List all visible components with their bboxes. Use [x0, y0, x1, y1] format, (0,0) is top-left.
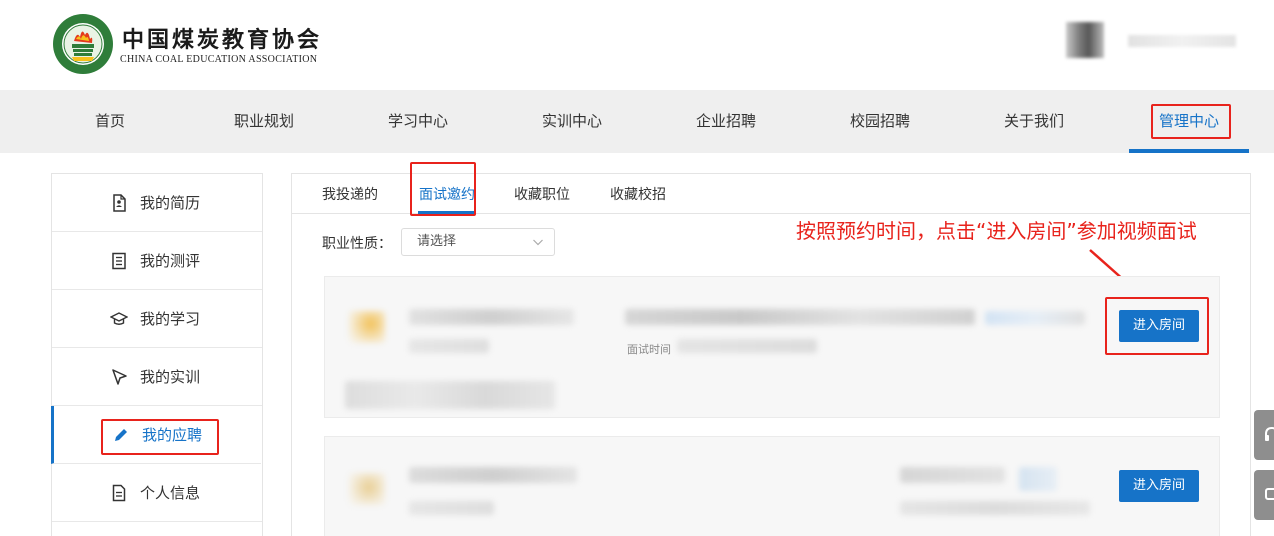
resume-icon: [113, 194, 126, 212]
page: 中国煤炭教育协会 CHINA COAL EDUCATION ASSOCIATIO…: [0, 0, 1274, 536]
sidebar-item-profile[interactable]: 个人信息: [52, 464, 262, 522]
chevron-down-icon: [533, 239, 543, 246]
company-name: [409, 467, 577, 483]
company-location: [409, 501, 494, 515]
sidebar-item-label: 个人信息: [140, 484, 201, 502]
instruction-annotation: 按照预约时间，点击“进入房间”参加视频面试: [796, 219, 1197, 243]
nav-item-learning-center[interactable]: 学习中心: [358, 90, 478, 153]
tab-interview-invitations[interactable]: 面试邀约: [419, 174, 475, 214]
sidebar-item-learning[interactable]: 我的学习: [52, 290, 262, 348]
interview-note: [345, 381, 555, 409]
chat-icon: [1265, 488, 1274, 500]
interview-time-value: [677, 339, 817, 353]
sidebar-item-label: 我的应聘: [142, 426, 203, 444]
interview-card: 面试时间 进入房间: [324, 276, 1220, 418]
assessment-icon: [112, 252, 126, 270]
job-type-label: 职业性质：: [322, 236, 392, 252]
coal-education-association-logo[interactable]: [52, 13, 114, 75]
site-header: 中国煤炭教育协会 CHINA COAL EDUCATION ASSOCIATIO…: [0, 0, 1274, 90]
nav-item-training-center[interactable]: 实训中心: [512, 90, 632, 153]
feedback-float-button[interactable]: [1254, 470, 1274, 520]
pencil-icon: [115, 429, 127, 441]
position-extra: [1019, 467, 1057, 491]
sidebar-item-label: 我的实训: [140, 368, 201, 386]
sidebar-item-label: 我的简历: [140, 194, 201, 212]
nav-item-management-center[interactable]: 管理中心: [1129, 90, 1249, 153]
nav-active-indicator: [1129, 149, 1249, 153]
user-name[interactable]: [1128, 35, 1236, 47]
brand-name-en: CHINA COAL EDUCATION ASSOCIATION: [120, 54, 318, 65]
brand-name-cn: 中国煤炭教育协会: [122, 27, 323, 53]
company-location: [409, 339, 489, 353]
headset-icon: [1265, 426, 1274, 441]
company-logo: [349, 473, 385, 505]
company-logo: [349, 311, 385, 343]
sidebar-item-label: 我的测评: [140, 252, 201, 270]
sidebar-item-training[interactable]: 我的实训: [52, 348, 262, 406]
tab-bar: 我投递的 面试邀约 收藏职位 收藏校招: [292, 174, 1250, 214]
company-name: [409, 309, 574, 325]
tab-saved-campus[interactable]: 收藏校招: [610, 174, 666, 214]
enter-room-button[interactable]: 进入房间: [1119, 470, 1199, 502]
job-type-select[interactable]: 请选择: [401, 228, 555, 256]
nav-item-enterprise-recruitment[interactable]: 企业招聘: [666, 90, 786, 153]
support-float-button[interactable]: [1254, 410, 1274, 460]
interview-card: 进入房间: [324, 436, 1220, 536]
sidebar-item-label: 我的学习: [140, 310, 201, 328]
nav-item-home[interactable]: 首页: [50, 90, 170, 153]
tab-saved-positions[interactable]: 收藏职位: [514, 174, 570, 214]
position-info: [900, 467, 1005, 483]
graduation-cap-icon: [110, 312, 128, 325]
sidebar-item-assessment[interactable]: 我的测评: [52, 232, 262, 290]
tab-active-indicator: [418, 211, 475, 214]
tab-submitted[interactable]: 我投递的: [322, 174, 378, 214]
document-icon: [112, 484, 126, 502]
sidebar-item-resume[interactable]: 我的简历: [52, 174, 262, 232]
job-type-placeholder: 请选择: [417, 234, 457, 249]
interview-time-label: 面试时间: [627, 343, 671, 356]
position-extra: [985, 311, 1085, 325]
nav-item-about-us[interactable]: 关于我们: [974, 90, 1094, 153]
cursor-icon: [112, 369, 127, 385]
enter-room-button[interactable]: 进入房间: [1119, 310, 1199, 342]
sidebar: 我的简历 我的测评 我的学习 我的实训 我的应聘 个人信息: [51, 173, 263, 536]
nav-item-career-planning[interactable]: 职业规划: [204, 90, 324, 153]
user-avatar[interactable]: [1066, 22, 1104, 58]
main-nav: 首页 职业规划 学习中心 实训中心 企业招聘 校园招聘 关于我们 管理中心: [0, 90, 1274, 153]
position-info: [625, 309, 975, 325]
interview-time-value: [900, 501, 1090, 515]
nav-item-campus-recruitment[interactable]: 校园招聘: [820, 90, 940, 153]
sidebar-item-applications[interactable]: 我的应聘: [51, 406, 261, 464]
